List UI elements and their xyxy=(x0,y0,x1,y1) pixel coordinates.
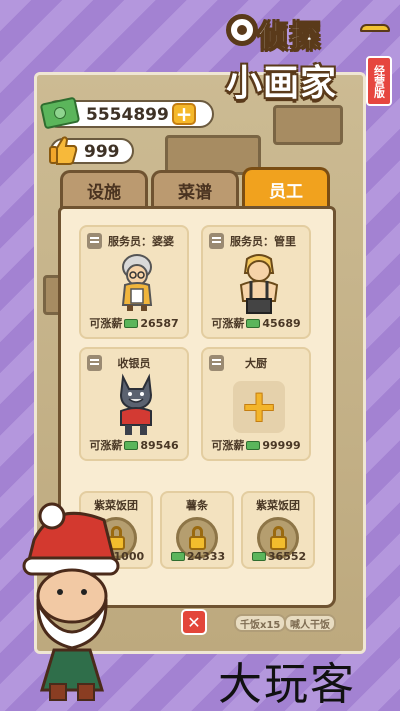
bottom-chip-meal[interactable]: 千饭x15 xyxy=(234,614,287,632)
logo-line1: 侦探 xyxy=(258,20,322,56)
salary-label: 可涨薪 xyxy=(89,439,123,452)
locked-item-title: 紫菜饭团 xyxy=(256,499,300,512)
locked-item-card[interactable]: 紫菜饭团 36552 xyxy=(241,491,315,569)
money-value: 5554899 xyxy=(86,105,169,125)
staff-title: 服务员：婆婆 xyxy=(108,235,174,248)
salary-value: 89546 xyxy=(140,439,179,452)
salary-value: 99999 xyxy=(262,439,301,452)
butler-avatar xyxy=(239,254,279,314)
staff-card[interactable]: 服务员：婆婆 可涨薪 26587 xyxy=(79,225,189,339)
staff-title: 服务员：管里 xyxy=(230,235,296,248)
salary-label: 可涨薪 xyxy=(211,317,245,330)
granny-waitress-avatar xyxy=(121,254,153,311)
salary-row: 可涨薪 45689 xyxy=(203,315,309,331)
staff-title: 收银员 xyxy=(117,357,151,370)
tab-facilities[interactable]: 设施 xyxy=(60,170,148,208)
hire-chef-button[interactable]: + xyxy=(233,381,285,433)
salary-value: 26587 xyxy=(140,317,179,330)
price-value: 24333 xyxy=(186,550,226,563)
logo-line2: 小画家 xyxy=(226,63,338,104)
logo-badge: 经营版 xyxy=(366,56,392,106)
wall-shelf xyxy=(273,105,343,145)
add-money-button[interactable]: + xyxy=(172,103,196,125)
cash-icon xyxy=(246,441,261,450)
price-row: 24333 xyxy=(162,550,232,563)
cash-icon xyxy=(124,319,139,328)
tab-staff[interactable]: 员工 xyxy=(242,167,330,209)
santa-character xyxy=(22,502,120,701)
locked-item-card[interactable]: 薯条 24333 xyxy=(160,491,234,569)
bottom-chip-call[interactable]: 喊人干饭 xyxy=(284,614,336,632)
staff-card[interactable]: 收银员 可涨薪 89546 xyxy=(79,347,189,461)
salary-label: 可涨薪 xyxy=(89,317,123,330)
cash-icon xyxy=(246,319,261,328)
mustache-icon xyxy=(360,24,390,32)
cash-icon xyxy=(170,552,185,561)
cash-icon xyxy=(124,441,139,450)
salary-row: 可涨薪 99999 xyxy=(203,437,309,453)
likes-counter: 999 xyxy=(49,136,134,165)
money-counter: 5554899 + xyxy=(39,96,214,130)
price-row: 36552 xyxy=(243,550,313,563)
staff-card[interactable]: 服务员：管里 可涨薪 45689 xyxy=(201,225,311,339)
salary-row: 可涨薪 26587 xyxy=(81,315,187,331)
price-value: 36552 xyxy=(267,550,307,563)
locked-item-title: 薯条 xyxy=(186,499,208,512)
staff-card[interactable]: 大厨 + 可涨薪 99999 xyxy=(201,347,311,461)
plus-icon: + xyxy=(240,381,278,432)
salary-label: 可涨薪 xyxy=(211,439,245,452)
wolf-cashier-avatar xyxy=(119,373,153,435)
likes-value: 999 xyxy=(84,142,120,162)
watermark: 大玩客 xyxy=(218,659,356,710)
magnifier-icon xyxy=(226,14,258,46)
staff-title: 大厨 xyxy=(245,357,267,370)
thumbs-up-icon xyxy=(49,136,78,165)
game-logo: 侦探 小画家 经营版 xyxy=(218,10,394,106)
salary-row: 可涨薪 89546 xyxy=(81,437,187,453)
close-icon: ✕ xyxy=(187,612,201,632)
close-button[interactable]: ✕ xyxy=(181,609,207,635)
cash-icon xyxy=(251,552,266,561)
salary-value: 45689 xyxy=(262,317,301,330)
tab-recipes[interactable]: 菜谱 xyxy=(151,170,239,208)
